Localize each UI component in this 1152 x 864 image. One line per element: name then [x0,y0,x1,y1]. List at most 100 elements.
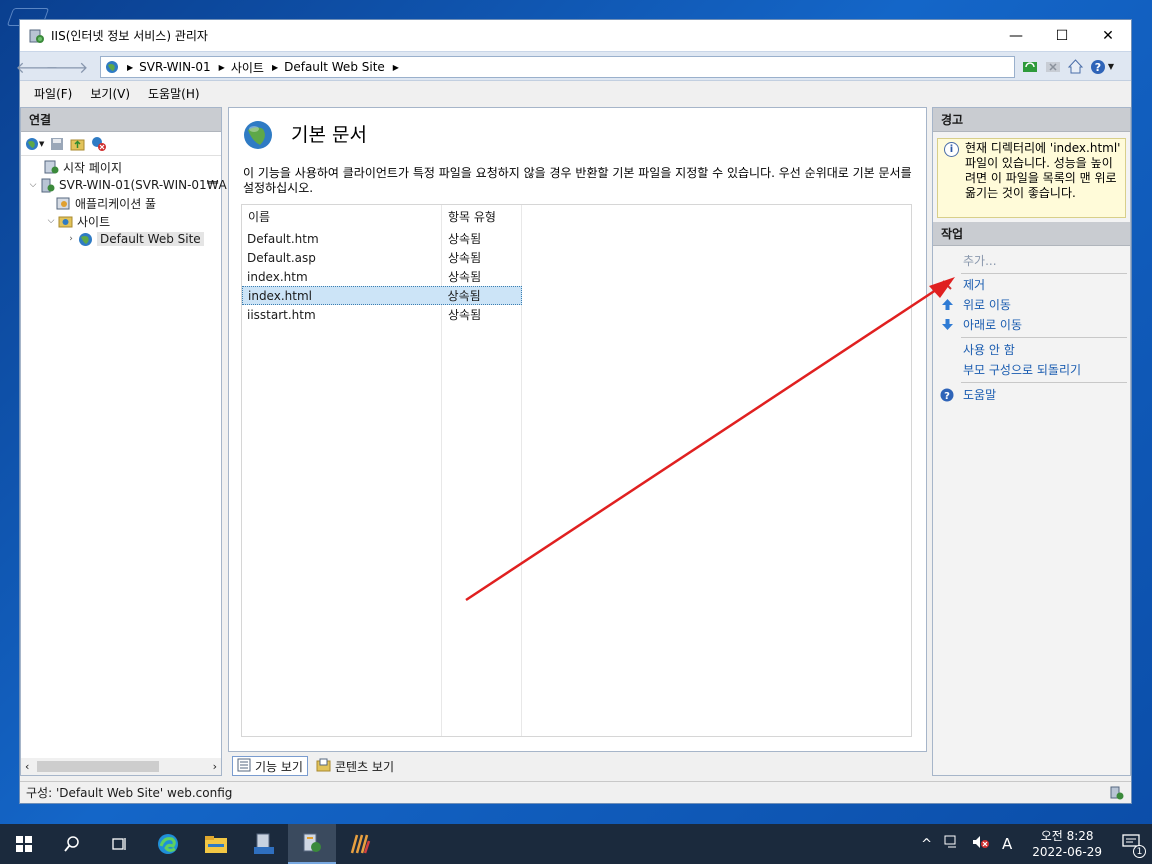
alert-message: i 현재 디렉터리에 'index.html' 파일이 있습니다. 성능을 높이… [937,138,1126,218]
list-item[interactable]: Default.asp 상속됨 [242,248,522,267]
taskbar-iis-manager[interactable] [288,824,336,864]
menu-view[interactable]: 보기(V) [90,85,130,102]
volume-muted-icon[interactable] [972,835,990,853]
breadcrumb-chevron-icon: ▶ [392,62,399,72]
tree-item-start-page[interactable]: 시작 페이지 [31,158,122,176]
connections-toolbar: ▼ [21,132,221,156]
clock[interactable]: 오전 8:28 2022-06-29 [1032,828,1102,860]
taskbar-edge[interactable] [144,824,192,864]
notification-count-badge: 1 [1133,845,1146,858]
action-help[interactable]: ? 도움말 [933,385,1130,404]
stop-icon [1045,61,1060,72]
home-button[interactable] [1066,57,1085,76]
action-move-down[interactable]: 아래로 이동 [933,315,1130,334]
windows-logo-icon [16,836,32,852]
action-remove[interactable]: 제거 [933,275,1130,294]
maximize-button[interactable]: ☐ [1039,20,1085,51]
forward-button[interactable]: 🡒 [46,56,89,78]
input-method-indicator[interactable]: A [1002,835,1012,853]
action-add[interactable]: 추가... [933,251,1130,270]
action-revert-to-parent[interactable]: 부모 구성으로 되돌리기 [933,360,1130,379]
address-bar: 🡐 🡒 ▶ SVR-WIN-01 ▶ 사이트 ▶ Default Web Sit… [16,51,1131,81]
list-item[interactable]: iisstart.htm 상속됨 [242,305,522,324]
up-level-button[interactable] [70,137,85,151]
scroll-left-icon[interactable]: ‹ [25,760,29,773]
tree-item-sites[interactable]: ⌵ 사이트 [45,212,111,230]
forward-arrow-icon: 🡒 [45,58,89,77]
search-button[interactable] [48,824,96,864]
minimize-button[interactable]: — [993,20,1039,51]
collapse-chevron-icon[interactable]: ⌵ [27,180,39,190]
dropdown-caret-icon: ▼ [1107,62,1115,71]
column-header-entry-type[interactable]: 항목 유형 [448,205,496,227]
start-button[interactable] [0,824,48,864]
breadcrumb-server[interactable]: SVR-WIN-01 [139,60,211,74]
title-bar: IIS(인터넷 정보 서비스) 관리자 — ☐ ✕ [20,20,1131,51]
notification-center-button[interactable]: 1 [1122,834,1146,858]
network-icon[interactable] [944,835,960,853]
default-document-list: 이름 항목 유형 Default.htm 상속됨 Default.asp 상속됨… [241,204,912,737]
taskbar-server-manager[interactable] [240,824,288,864]
app-stripes-icon [350,834,371,854]
tree-item-default-web-site[interactable]: › Default Web Site [65,230,204,248]
remove-icon [939,279,955,291]
tree-item-server[interactable]: ⌵ SVR-WIN-01(SVR-WIN-01₩A [27,176,227,194]
save-button[interactable] [50,137,64,151]
tab-features-view[interactable]: 기능 보기 [232,756,308,776]
refresh-button[interactable] [1020,57,1039,76]
list-item[interactable]: Default.htm 상속됨 [242,229,522,248]
breadcrumb-sites[interactable]: 사이트 [231,59,264,76]
breadcrumb[interactable]: ▶ SVR-WIN-01 ▶ 사이트 ▶ Default Web Site ▶ [100,56,1015,78]
tree-label: SVR-WIN-01(SVR-WIN-01₩A [59,178,227,192]
stop-button[interactable] [1043,57,1062,76]
action-move-up[interactable]: 위로 이동 [933,295,1130,314]
home-icon [1067,59,1084,74]
file-explorer-icon [205,836,227,853]
actions-pane: 경고 i 현재 디렉터리에 'index.html' 파일이 있습니다. 성능을… [932,107,1131,776]
tree-label: 애플리케이션 풀 [75,196,157,211]
collapse-chevron-icon[interactable]: ⌵ [45,216,57,226]
expand-chevron-icon[interactable]: › [65,234,77,244]
server-icon [39,177,55,193]
help-icon: ? [939,388,955,402]
save-icon [51,137,64,150]
help-icon: ? [1090,59,1105,74]
task-view-icon [112,838,126,850]
breadcrumb-default-site[interactable]: Default Web Site [284,60,385,74]
help-dropdown-button[interactable]: ? ▼ [1089,57,1115,76]
list-item[interactable]: index.htm 상속됨 [242,267,522,286]
iis-manager-icon [303,833,321,852]
scroll-right-icon[interactable]: › [213,760,217,773]
taskbar-app[interactable] [336,824,384,864]
menu-file[interactable]: 파일(F) [34,85,72,102]
connections-horizontal-scrollbar[interactable]: ‹ › [21,758,221,775]
show-hidden-icons-chevron-icon[interactable]: ^ [921,837,932,852]
disconnect-button[interactable] [91,136,107,151]
iis-app-icon [29,28,45,44]
menu-help[interactable]: 도움말(H) [148,85,200,102]
content-view-icon [316,758,331,775]
default-document-globe-icon [242,119,274,154]
arrow-up-icon [939,298,955,311]
features-view-icon [237,758,251,775]
sites-folder-icon [57,213,73,229]
connect-dropdown-button[interactable]: ▼ [25,137,44,151]
svg-text:?: ? [1095,61,1101,74]
close-button[interactable]: ✕ [1085,20,1131,51]
taskbar-file-explorer[interactable] [192,824,240,864]
action-disable[interactable]: 사용 안 함 [933,340,1130,359]
app-pool-icon [55,195,71,211]
scrollbar-thumb[interactable] [37,761,159,772]
tab-content-view[interactable]: 콘텐츠 보기 [312,756,398,776]
list-item-selected[interactable]: index.html 상속됨 [242,286,522,305]
tree-item-app-pools[interactable]: 애플리케이션 풀 [55,194,156,212]
svg-text:?: ? [944,391,950,402]
breadcrumb-chevron-icon: ▶ [271,62,279,72]
system-tray: ^ A 오전 8:28 2022-06-29 1 [915,824,1152,864]
actions-header: 작업 [933,222,1130,246]
task-view-button[interactable] [96,824,144,864]
tree-label: 시작 페이지 [63,160,123,175]
tree-label: 사이트 [77,214,111,229]
disconnect-icon [92,137,107,151]
column-header-name[interactable]: 이름 [248,205,270,227]
